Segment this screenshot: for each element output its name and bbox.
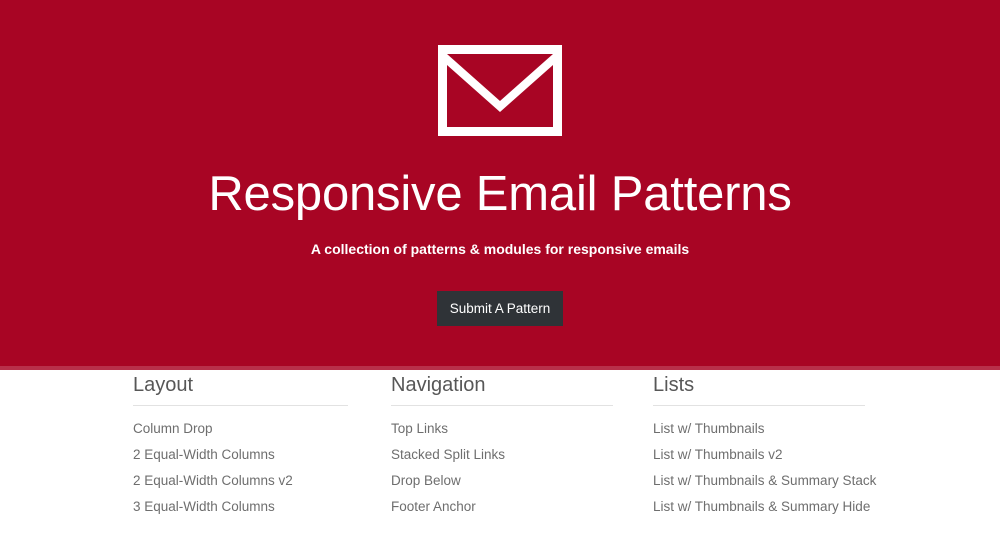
list-item[interactable]: 2 Equal-Width Columns v2 [133, 468, 348, 494]
list-item[interactable]: Drop Below [391, 468, 613, 494]
pattern-column-layout: Layout Column Drop 2 Equal-Width Columns… [133, 372, 348, 520]
envelope-icon [438, 45, 562, 136]
column-heading-layout: Layout [133, 372, 348, 406]
pattern-list-lists: List w/ Thumbnails List w/ Thumbnails v2… [653, 416, 876, 520]
list-item[interactable]: List w/ Thumbnails & Summary Stack [653, 468, 876, 494]
list-item[interactable]: 3 Equal-Width Columns [133, 494, 348, 520]
pattern-list-layout: Column Drop 2 Equal-Width Columns 2 Equa… [133, 416, 348, 520]
page-subtitle: A collection of patterns & modules for r… [310, 241, 690, 257]
list-item[interactable]: Column Drop [133, 416, 348, 442]
column-heading-navigation: Navigation [391, 372, 613, 406]
column-heading-lists: Lists [653, 372, 865, 406]
hero-banner: Responsive Email Patterns A collection o… [0, 0, 1000, 370]
list-item[interactable]: Top Links [391, 416, 613, 442]
list-item[interactable]: 2 Equal-Width Columns [133, 442, 348, 468]
pattern-column-lists: Lists List w/ Thumbnails List w/ Thumbna… [653, 372, 876, 520]
list-item[interactable]: List w/ Thumbnails & Summary Hide [653, 494, 870, 520]
list-item[interactable]: Footer Anchor [391, 494, 613, 520]
submit-a-pattern-button[interactable]: Submit A Pattern [437, 291, 563, 326]
pattern-columns: Layout Column Drop 2 Equal-Width Columns… [0, 370, 1000, 545]
pattern-list-navigation: Top Links Stacked Split Links Drop Below… [391, 416, 613, 520]
pattern-column-navigation: Navigation Top Links Stacked Split Links… [391, 372, 613, 520]
list-item[interactable]: List w/ Thumbnails v2 [653, 442, 865, 468]
page-title: Responsive Email Patterns [208, 167, 792, 221]
list-item[interactable]: List w/ Thumbnails [653, 416, 865, 442]
list-item[interactable]: Stacked Split Links [391, 442, 613, 468]
